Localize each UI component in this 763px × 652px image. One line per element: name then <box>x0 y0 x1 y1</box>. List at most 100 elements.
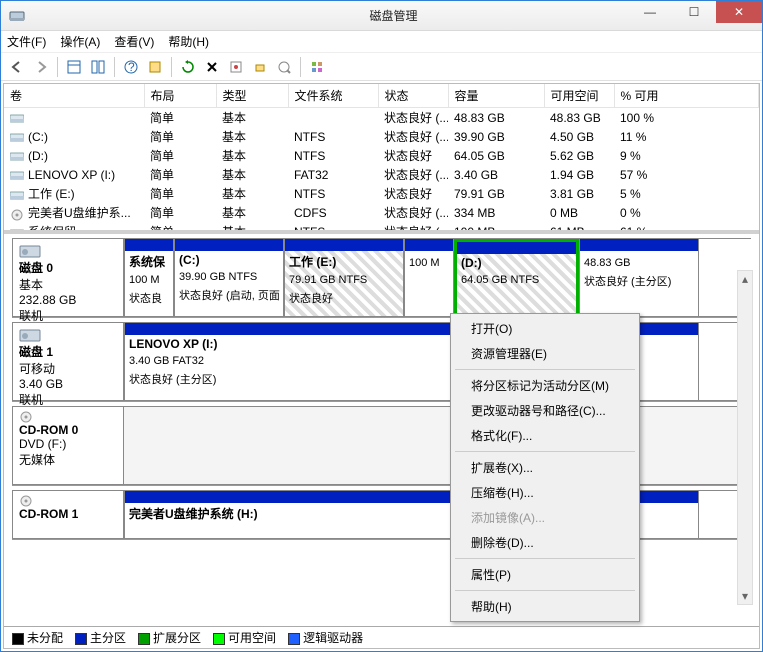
cd-icon <box>10 209 24 219</box>
col-header[interactable]: 文件系统 <box>288 84 378 108</box>
toolbar: ? <box>1 53 762 81</box>
back-button[interactable] <box>7 57 27 77</box>
legend-item: 扩展分区 <box>138 629 201 646</box>
titlebar[interactable]: 磁盘管理 — ☐ ✕ <box>1 1 762 31</box>
menu-separator <box>455 558 635 559</box>
disk-size: 3.40 GB <box>19 377 117 391</box>
scroll-up-icon[interactable]: ▴ <box>738 271 752 287</box>
menu-separator <box>455 451 635 452</box>
menu-file[interactable]: 文件(F) <box>7 33 46 50</box>
drive-icon <box>10 113 24 123</box>
disk-kind: 基本 <box>19 276 117 293</box>
maximize-button[interactable]: ☐ <box>672 1 716 23</box>
partition[interactable]: (C:)39.90 GB NTFS状态良好 (启动, 页面 <box>174 239 284 316</box>
partition[interactable]: 工作 (E:)79.91 GB NTFS状态良好 <box>284 239 404 316</box>
context-menu-item[interactable]: 格式化(F)... <box>453 423 637 448</box>
delete-button[interactable] <box>202 57 222 77</box>
col-header[interactable]: 状态 <box>378 84 448 108</box>
volume-table: 卷布局类型文件系统状态容量可用空间% 可用 简单基本状态良好 (...48.83… <box>4 84 759 234</box>
tb-icon-3[interactable] <box>250 57 270 77</box>
legend-item: 未分配 <box>12 629 63 646</box>
col-header[interactable]: 类型 <box>216 84 288 108</box>
svg-text:?: ? <box>128 60 135 74</box>
volume-row[interactable]: (C:)简单基本NTFS状态良好 (...39.90 GB4.50 GB11 % <box>4 127 759 146</box>
tb-icon-5[interactable] <box>307 57 327 77</box>
legend-item: 主分区 <box>75 629 126 646</box>
vertical-scrollbar[interactable]: ▴ ▾ <box>737 270 753 605</box>
partition-strip: LENOVO XP (I:)3.40 GB FAT32状态良好 (主分区) <box>124 322 751 401</box>
disk-icon: CD-ROM 1 <box>19 495 117 521</box>
partition-strip: 系统保100 M状态良(C:)39.90 GB NTFS状态良好 (启动, 页面… <box>124 238 751 317</box>
forward-button[interactable] <box>31 57 51 77</box>
content-area: 卷布局类型文件系统状态容量可用空间% 可用 简单基本状态良好 (...48.83… <box>3 83 760 649</box>
menu-help[interactable]: 帮助(H) <box>168 33 209 50</box>
close-button[interactable]: ✕ <box>716 1 762 23</box>
partition-strip <box>124 406 751 485</box>
menu-view[interactable]: 查看(V) <box>114 33 154 50</box>
drive-icon <box>10 190 24 200</box>
disk-row: 磁盘 0基本232.88 GB联机系统保100 M状态良(C:)39.90 GB… <box>12 238 751 318</box>
context-menu-item[interactable]: 扩展卷(X)... <box>453 455 637 480</box>
partition[interactable]: 48.83 GB状态良好 (主分区) <box>579 239 699 316</box>
view-button-1[interactable] <box>64 57 84 77</box>
disk-icon: 磁盘 1 <box>19 327 117 360</box>
disk-icon: 磁盘 0 <box>19 243 117 276</box>
col-header[interactable]: 容量 <box>448 84 544 108</box>
col-header[interactable]: 卷 <box>4 84 144 108</box>
context-menu: 打开(O)资源管理器(E) 将分区标记为活动分区(M)更改驱动器号和路径(C)..… <box>450 313 640 622</box>
context-menu-item[interactable]: 帮助(H) <box>453 594 637 619</box>
col-header[interactable]: 布局 <box>144 84 216 108</box>
help-button[interactable]: ? <box>121 57 141 77</box>
disk-icon: CD-ROM 0 <box>19 411 117 437</box>
disk-info[interactable]: 磁盘 1可移动3.40 GB联机 <box>12 322 124 401</box>
disk-management-window: 磁盘管理 — ☐ ✕ 文件(F) 操作(A) 查看(V) 帮助(H) ? <box>0 0 763 652</box>
scroll-down-icon[interactable]: ▾ <box>738 588 752 604</box>
volume-row[interactable]: 系统保留简单基本NTFS状态良好 (...100 MB61 MB61 % <box>4 222 759 234</box>
context-menu-item[interactable]: 将分区标记为活动分区(M) <box>453 373 637 398</box>
volume-row[interactable]: LENOVO XP (I:)简单基本FAT32状态良好 (...3.40 GB1… <box>4 165 759 184</box>
minimize-button[interactable]: — <box>628 1 672 23</box>
context-menu-item: 添加镜像(A)... <box>453 505 637 530</box>
disk-size: 232.88 GB <box>19 293 117 307</box>
legend-item: 逻辑驱动器 <box>288 629 363 646</box>
context-menu-item[interactable]: 更改驱动器号和路径(C)... <box>453 398 637 423</box>
menubar: 文件(F) 操作(A) 查看(V) 帮助(H) <box>1 31 762 53</box>
volume-list[interactable]: 卷布局类型文件系统状态容量可用空间% 可用 简单基本状态良好 (...48.83… <box>4 84 759 234</box>
legend: 未分配主分区扩展分区可用空间逻辑驱动器 <box>4 626 759 648</box>
disk-info[interactable]: CD-ROM 1 <box>12 490 124 539</box>
partition[interactable]: 系统保100 M状态良 <box>124 239 174 316</box>
menu-separator <box>455 369 635 370</box>
drive-icon <box>10 132 24 142</box>
disk-info[interactable]: 磁盘 0基本232.88 GB联机 <box>12 238 124 317</box>
disk-info[interactable]: CD-ROM 0DVD (F:)无媒体 <box>12 406 124 485</box>
volume-row[interactable]: 工作 (E:)简单基本NTFS状态良好79.91 GB3.81 GB5 % <box>4 184 759 203</box>
context-menu-item[interactable]: 属性(P) <box>453 562 637 587</box>
tb-icon-2[interactable] <box>226 57 246 77</box>
context-menu-item[interactable]: 资源管理器(E) <box>453 341 637 366</box>
context-menu-item[interactable]: 删除卷(D)... <box>453 530 637 555</box>
legend-item: 可用空间 <box>213 629 276 646</box>
disk-kind: DVD (F:) <box>19 437 117 451</box>
app-icon <box>9 8 25 24</box>
context-menu-item[interactable]: 打开(O) <box>453 316 637 341</box>
refresh-button[interactable] <box>178 57 198 77</box>
volume-row[interactable]: 完美者U盘维护系...简单基本CDFS状态良好 (...334 MB0 MB0 … <box>4 203 759 222</box>
drive-icon <box>10 170 24 180</box>
tb-icon-1[interactable] <box>145 57 165 77</box>
disk-graphical-view: 磁盘 0基本232.88 GB联机系统保100 M状态良(C:)39.90 GB… <box>4 234 759 626</box>
volume-row[interactable]: 简单基本状态良好 (...48.83 GB48.83 GB100 % <box>4 108 759 128</box>
disk-row: 磁盘 1可移动3.40 GB联机LENOVO XP (I:)3.40 GB FA… <box>12 322 751 402</box>
partition-strip: 完美者U盘维护系统 (H:) <box>124 490 751 539</box>
disk-kind: 可移动 <box>19 360 117 377</box>
menu-action[interactable]: 操作(A) <box>60 33 100 50</box>
context-menu-item[interactable]: 压缩卷(H)... <box>453 480 637 505</box>
col-header[interactable]: % 可用 <box>614 84 759 108</box>
partition[interactable]: 100 M <box>404 239 454 316</box>
view-button-2[interactable] <box>88 57 108 77</box>
col-header[interactable]: 可用空间 <box>544 84 614 108</box>
drive-icon <box>10 151 24 161</box>
tb-icon-4[interactable] <box>274 57 294 77</box>
disk-row: CD-ROM 1 完美者U盘维护系统 (H:) <box>12 490 751 540</box>
volume-row[interactable]: (D:)简单基本NTFS状态良好64.05 GB5.62 GB9 % <box>4 146 759 165</box>
partition[interactable]: (D:)64.05 GB NTFS <box>454 239 579 316</box>
